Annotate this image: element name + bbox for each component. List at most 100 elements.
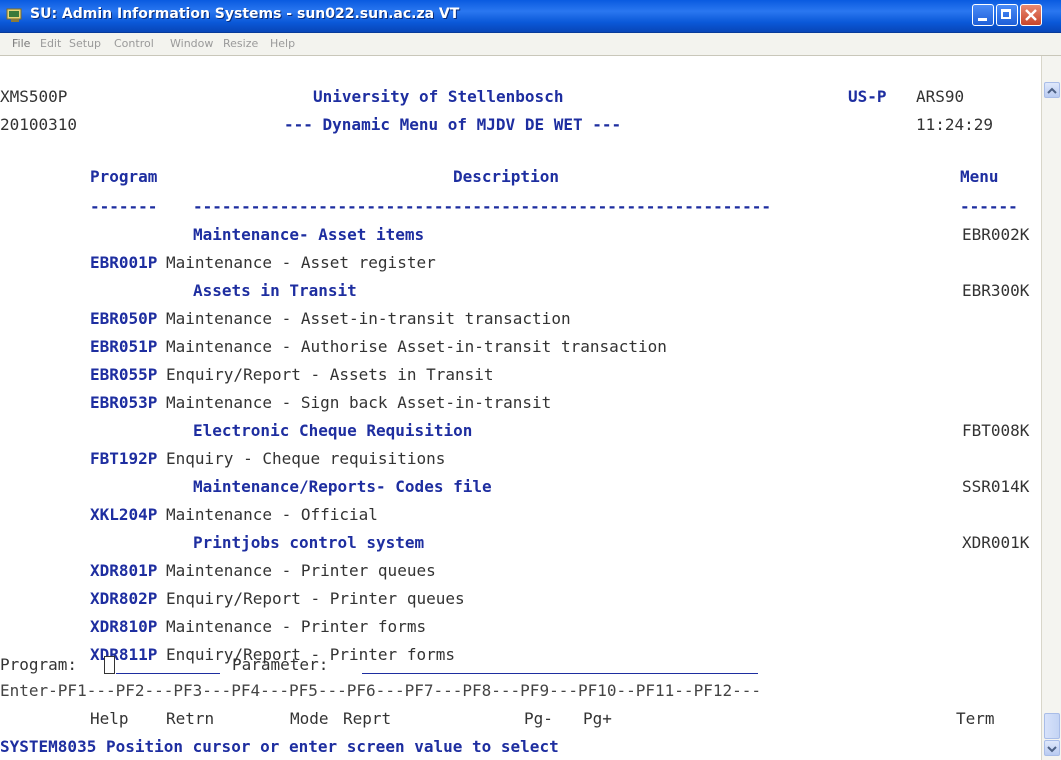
scroll-down-button[interactable] (1044, 740, 1060, 756)
pf7-page-up[interactable]: Pg- (524, 705, 553, 733)
chevron-up-icon (1047, 87, 1057, 94)
function-key-labels: Help Retrn Mode Reprt Pg- Pg+ Term (0, 705, 1041, 733)
close-button[interactable] (1020, 4, 1042, 26)
program-description: Maintenance - Official (166, 505, 378, 524)
status-message: SYSTEM8035 Position cursor or enter scre… (0, 737, 559, 756)
menu-setup[interactable]: Setup (69, 37, 101, 50)
screen-id: XMS500P (0, 87, 68, 106)
maximize-button[interactable] (996, 4, 1018, 26)
program-description: Enquiry/Report - Printer queues (166, 589, 465, 608)
program-description: Maintenance - Printer queues (166, 561, 436, 580)
pf8-page-down[interactable]: Pg+ (583, 705, 612, 733)
pf5-reprt[interactable]: Reprt (343, 705, 391, 733)
program-row[interactable]: XDR802P Enquiry/Report - Printer queues (0, 585, 1041, 613)
pf12-term[interactable]: Term (956, 705, 995, 733)
program-row[interactable]: FBT192P Enquiry - Cheque requisitions (0, 445, 1041, 473)
vertical-scrollbar[interactable] (1041, 56, 1061, 760)
menu-group-row[interactable]: Maintenance/Reports- Codes file SSR014K (0, 473, 1041, 501)
menu-group-row[interactable]: Electronic Cheque Requisition FBT008K (0, 417, 1041, 445)
program-row[interactable]: XKL204P Maintenance - Official (0, 501, 1041, 529)
menu-code[interactable]: XDR001K (962, 529, 1029, 557)
program-code[interactable]: EBR053P (90, 389, 157, 417)
group-heading: Maintenance- Asset items (193, 225, 425, 244)
program-label: Program: (0, 655, 78, 674)
parameter-label: Parameter: (232, 655, 329, 674)
program-code[interactable]: XDR801P (90, 557, 157, 585)
pf-key-bar: Enter-PF1---PF2---PF3---PF4---PF5---PF6-… (0, 681, 761, 700)
scroll-up-button[interactable] (1044, 82, 1060, 98)
pf4-mode[interactable]: Mode (290, 705, 329, 733)
parameter-input-underline (362, 673, 758, 674)
program-code[interactable]: EBR051P (90, 333, 157, 361)
program-code[interactable]: XKL204P (90, 501, 157, 529)
program-description: Maintenance - Asset-in-transit transacti… (166, 309, 571, 328)
col-program: Program (90, 167, 158, 186)
screen-time: 11:24:29 (916, 115, 994, 134)
menu-code[interactable]: EBR002K (962, 221, 1029, 249)
menu-window[interactable]: Window (170, 37, 213, 50)
column-headers: Program Description Menu (0, 163, 1041, 191)
program-row[interactable]: EBR051P Maintenance - Authorise Asset-in-… (0, 333, 1041, 361)
org-name: University of Stellenbosch (313, 87, 564, 106)
menu-resize[interactable]: Resize (223, 37, 258, 50)
menu-group-row[interactable]: Printjobs control system XDR001K (0, 529, 1041, 557)
menu-group-row[interactable]: Assets in Transit EBR300K (0, 277, 1041, 305)
status-line: SYSTEM8035 Position cursor or enter scre… (0, 733, 1041, 760)
program-row[interactable]: EBR055P Enquiry/Report - Assets in Transi… (0, 361, 1041, 389)
program-row[interactable]: EBR053P Maintenance - Sign back Asset-in-… (0, 389, 1041, 417)
program-cursor[interactable] (104, 656, 115, 674)
rule-menu: ------ (960, 197, 1018, 216)
menu-help[interactable]: Help (270, 37, 295, 50)
header-line-2: 20100310 --- Dynamic Menu of MJDV DE WET… (0, 111, 1041, 139)
program-code[interactable]: XDR810P (90, 613, 157, 641)
program-row[interactable]: XDR810P Maintenance - Printer forms (0, 613, 1041, 641)
group-heading: Printjobs control system (193, 533, 425, 552)
menu-title: --- Dynamic Menu of MJDV DE WET --- (284, 115, 622, 134)
minimize-button[interactable] (972, 4, 994, 26)
chevron-down-icon (1047, 746, 1057, 753)
app-icon (6, 8, 22, 22)
pf1-help[interactable]: Help (90, 705, 129, 733)
system-code: ARS90 (916, 87, 965, 106)
program-description: Maintenance - Sign back Asset-in-transit (166, 393, 552, 412)
menu-group-row[interactable]: Maintenance- Asset items EBR002K (0, 221, 1041, 249)
program-row[interactable]: XDR801P Maintenance - Printer queues (0, 557, 1041, 585)
screen-date: 20100310 (0, 115, 78, 134)
rule-description: ----------------------------------------… (193, 197, 771, 216)
menu-code[interactable]: EBR300K (962, 277, 1029, 305)
menu-bar: File Edit Setup Control Window Resize He… (0, 33, 1061, 56)
menu-code[interactable]: SSR014K (962, 473, 1029, 501)
program-description: Maintenance - Asset register (166, 253, 436, 272)
program-row[interactable]: EBR050P Maintenance - Asset-in-transit tr… (0, 305, 1041, 333)
title-bar[interactable]: SU: Admin Information Systems - sun022.s… (0, 0, 1061, 33)
region-code: US-P (848, 87, 887, 106)
header-line-1: XMS500P University of Stellenbosch US-P … (0, 83, 1041, 111)
program-description: Maintenance - Authorise Asset-in-transit… (166, 337, 667, 356)
close-icon (1025, 9, 1037, 21)
column-rules: ------- --------------------------------… (0, 193, 1041, 221)
program-code[interactable]: FBT192P (90, 445, 157, 473)
group-heading: Maintenance/Reports- Codes file (193, 477, 492, 496)
menu-control[interactable]: Control (114, 37, 154, 50)
program-code[interactable]: EBR050P (90, 305, 157, 333)
program-code[interactable]: EBR001P (90, 249, 157, 277)
program-description: Enquiry - Cheque requisitions (166, 449, 446, 468)
program-code[interactable]: XDR802P (90, 585, 157, 613)
terminal-screen[interactable]: XMS500P University of Stellenbosch US-P … (0, 56, 1041, 760)
menu-code[interactable]: FBT008K (962, 417, 1029, 445)
scroll-thumb[interactable] (1044, 713, 1060, 739)
menu-edit[interactable]: Edit (40, 37, 61, 50)
terminal-window: SU: Admin Information Systems - sun022.s… (0, 0, 1061, 760)
col-menu: Menu (960, 167, 999, 186)
menu-file[interactable]: File (12, 37, 30, 50)
input-line: Program: Parameter: (0, 651, 1041, 679)
program-input-underline (116, 673, 220, 674)
program-description: Maintenance - Printer forms (166, 617, 427, 636)
program-code[interactable]: EBR055P (90, 361, 157, 389)
program-row[interactable]: EBR001P Maintenance - Asset register (0, 249, 1041, 277)
function-key-bar: Enter-PF1---PF2---PF3---PF4---PF5---PF6-… (0, 677, 1041, 705)
window-title: SU: Admin Information Systems - sun022.s… (30, 6, 460, 22)
group-heading: Electronic Cheque Requisition (193, 421, 473, 440)
pf2-retrn[interactable]: Retrn (166, 705, 214, 733)
col-description: Description (453, 167, 559, 186)
